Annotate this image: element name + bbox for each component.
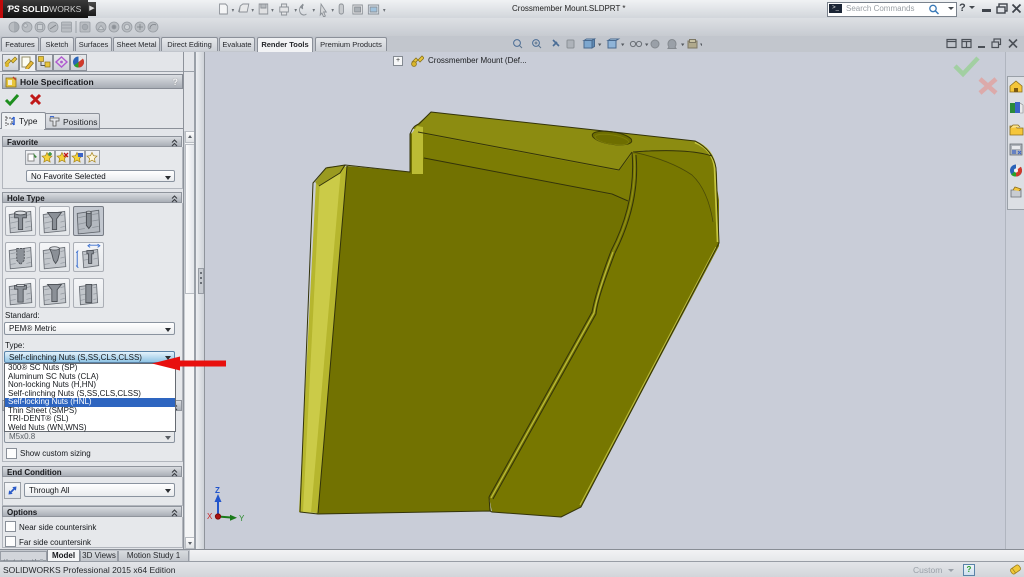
svg-text:X: X xyxy=(207,512,213,521)
svg-text:Y: Y xyxy=(239,514,245,523)
svg-text:Z: Z xyxy=(215,486,220,495)
